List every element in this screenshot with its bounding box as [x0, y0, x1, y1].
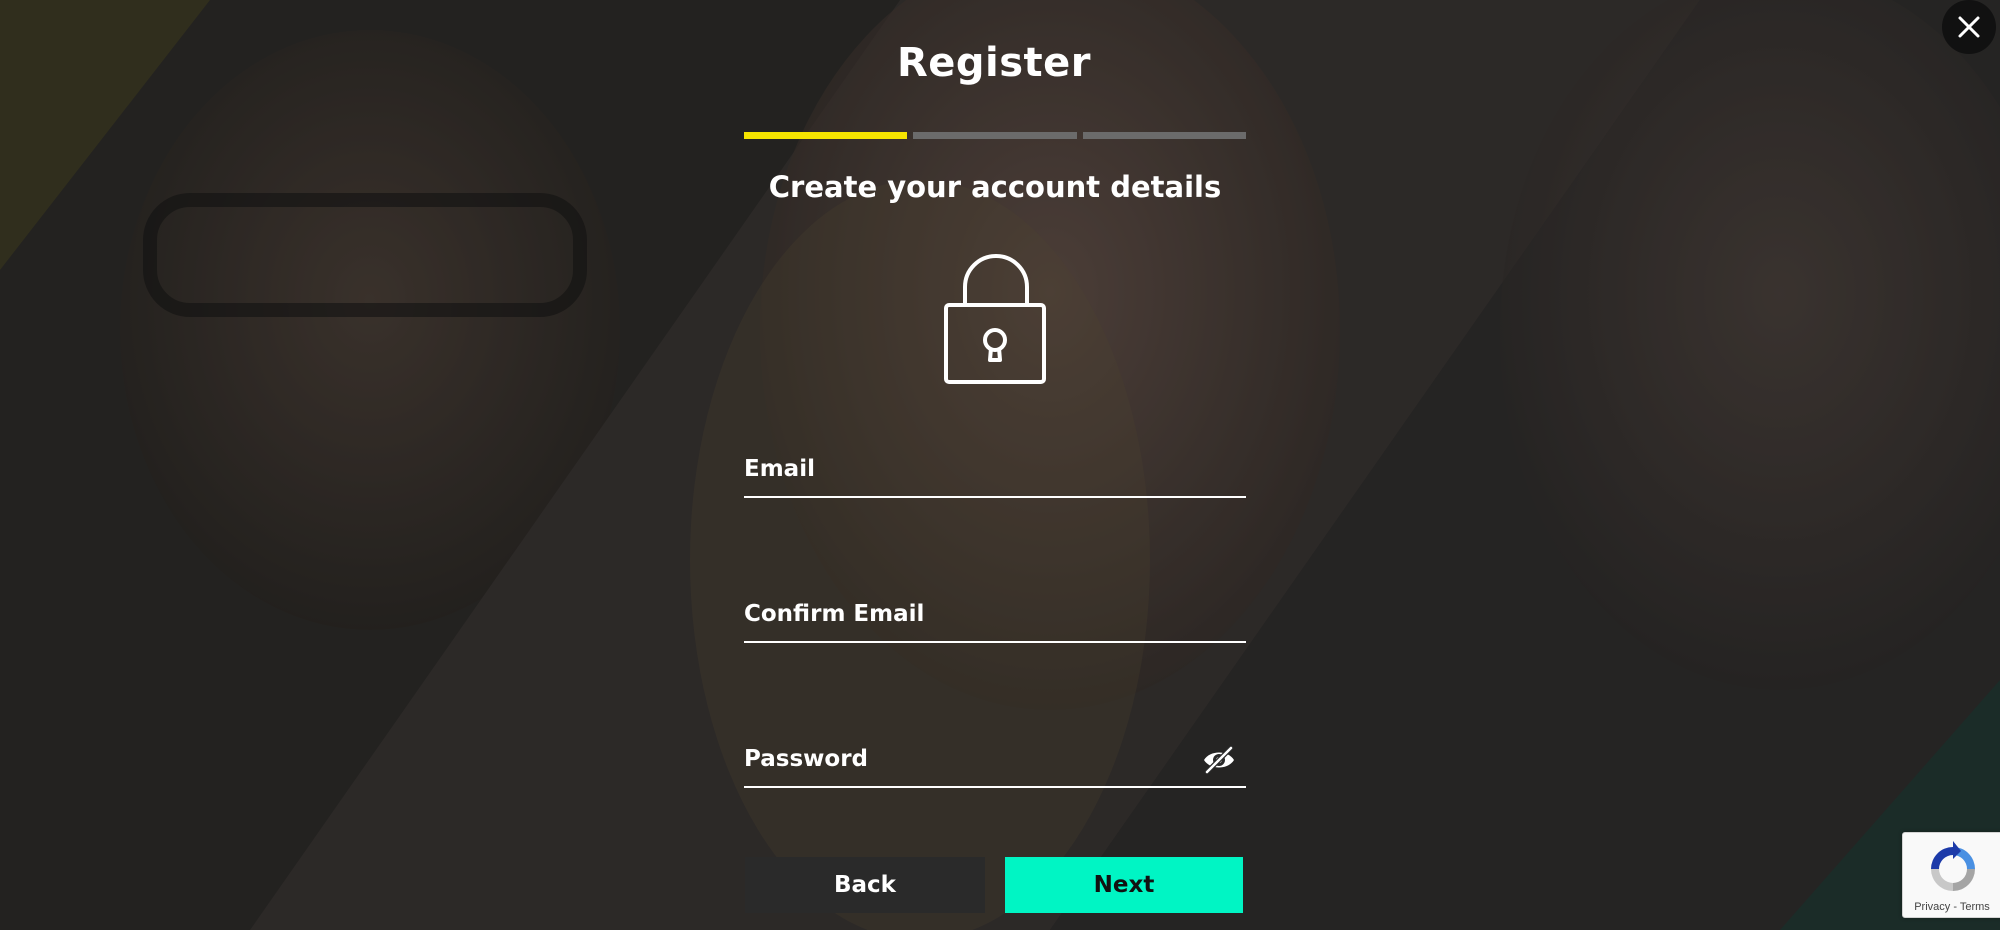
recaptcha-terms-link[interactable]: Terms — [1960, 901, 1990, 913]
progress-step-1 — [744, 132, 908, 139]
progress-steps — [744, 132, 1246, 139]
back-button[interactable]: Back — [745, 857, 985, 913]
progress-step-3 — [1082, 132, 1246, 139]
password-field[interactable]: Password — [744, 734, 1246, 788]
email-input[interactable] — [744, 444, 1246, 496]
register-modal-screen: Register Create your account details Ema… — [0, 0, 2000, 930]
close-button[interactable] — [1942, 0, 1996, 54]
recaptcha-icon — [1931, 841, 1975, 891]
password-input[interactable] — [744, 734, 1246, 786]
progress-step-2 — [913, 132, 1077, 139]
recaptcha-separator: - — [1953, 901, 1957, 913]
confirm-email-input[interactable] — [744, 589, 1246, 641]
eye-off-icon[interactable] — [1202, 746, 1236, 774]
page-title: Register — [896, 40, 1092, 86]
recaptcha-links: Privacy - Terms — [1903, 901, 2000, 913]
step-subtitle: Create your account details — [768, 170, 1222, 204]
recaptcha-privacy-link[interactable]: Privacy — [1914, 901, 1950, 913]
next-button[interactable]: Next — [1005, 857, 1243, 913]
close-icon — [1958, 16, 1980, 38]
lock-icon — [944, 254, 1046, 384]
email-field[interactable]: Email — [744, 444, 1246, 498]
confirm-email-field[interactable]: Confirm Email — [744, 589, 1246, 643]
recaptcha-badge[interactable]: Privacy - Terms — [1902, 832, 2000, 918]
